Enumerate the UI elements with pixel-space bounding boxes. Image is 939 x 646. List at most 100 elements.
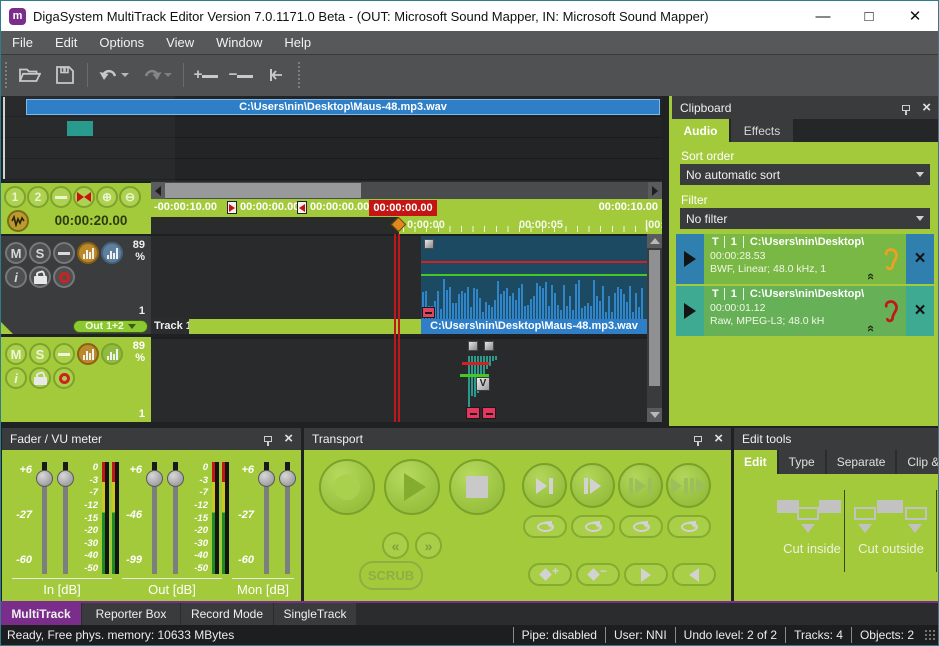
tab-edit[interactable]: Edit [734,450,777,474]
clip-mute-badge[interactable] [422,307,435,318]
zoom-minus-button[interactable] [50,186,72,208]
soundhead-time-highlight[interactable]: 00:00:00.00 [369,200,437,216]
clip2-marker-right[interactable] [482,407,496,419]
track2-mute-button[interactable]: M [5,343,27,365]
track1-output-selector[interactable]: Out 1+2 [73,320,148,333]
track1-record-button[interactable] [53,266,75,288]
filter-dropdown[interactable]: No filter [680,208,930,229]
menu-help[interactable]: Help [273,35,322,50]
clipboard-item-delete-button[interactable]: × [906,286,934,336]
maximize-button[interactable]: □ [846,1,892,31]
zoom-preset-2-button[interactable]: 2 [27,186,49,208]
mark-in-flag-icon[interactable] [227,201,237,214]
track2-record-button[interactable] [53,367,75,389]
clip2-handle-left[interactable] [468,341,478,351]
fader-knob[interactable] [167,470,184,487]
tab-clip-insert[interactable]: Clip & I [897,450,938,474]
fader-knob[interactable] [36,470,53,487]
overview-clip-track1[interactable]: C:\Users\nin\Desktop\Maus-48.mp3.wav [26,99,660,115]
zoom-preset-1-button[interactable]: 1 [4,186,26,208]
menu-edit[interactable]: Edit [44,35,88,50]
clipboard-item[interactable]: T 1 C:\Users\nin\Desktop\ 00:00:28.53 BW… [676,234,934,284]
track2-info-button[interactable]: i [5,367,27,389]
rewind-button[interactable]: « [382,532,409,559]
undo-dropdown-icon[interactable] [121,73,129,77]
overview-clip-track2[interactable] [67,121,93,136]
tab-audio[interactable]: Audio [672,119,729,142]
fader-pin-icon[interactable] [264,436,272,442]
save-button[interactable] [52,62,78,88]
hscroll-right-arrow[interactable] [648,182,662,199]
waveform-zoom-button[interactable] [7,210,29,232]
hscroll-left-arrow[interactable] [151,182,165,199]
transport-close-icon[interactable]: × [714,433,723,445]
toolbar-grip[interactable] [298,62,301,88]
track1-mute-button[interactable]: M [5,242,27,264]
out-fader-right[interactable] [167,462,184,574]
transport-pin-icon[interactable] [694,436,702,442]
track1-audio-clip[interactable] [421,236,647,319]
add-marker-button[interactable]: + [528,563,572,586]
loop-4-button[interactable] [667,515,711,538]
track1-minimize-button[interactable] [53,242,75,264]
next-marker-button[interactable] [624,563,668,586]
zoom-out-timeline-button[interactable]: ⊖ [119,186,141,208]
clipboard-item-play-button[interactable] [676,286,704,336]
play-between-marks-button[interactable] [618,463,663,508]
tab-record-mode[interactable]: Record Mode [181,603,273,625]
vscroll-thumb[interactable] [649,250,660,386]
clip2-marker-left[interactable] [466,407,480,419]
play-to-mark-button[interactable] [522,463,567,508]
redo-button[interactable] [140,62,174,88]
clipboard-item-delete-button[interactable]: × [906,234,934,284]
track1-solo-button[interactable]: S [29,242,51,264]
resize-grip[interactable] [924,629,936,641]
hscroll-thumb[interactable] [165,183,361,198]
clipboard-item-play-button[interactable] [676,234,704,284]
track2-lock-button[interactable] [29,367,51,389]
clip2-v-handle[interactable]: V [476,377,490,391]
loop-3-button[interactable] [619,515,663,538]
fader-knob[interactable] [279,470,296,487]
prelisten-ear-icon[interactable] [878,234,904,284]
clip-gain-handle[interactable] [424,239,434,249]
clip-green-level-line[interactable] [421,274,647,276]
loop-2-button[interactable] [571,515,615,538]
clipboard-close-icon[interactable]: × [922,102,931,114]
menu-options[interactable]: Options [88,35,155,50]
track2-solo-button[interactable]: S [29,343,51,365]
play-skip-button[interactable] [666,463,711,508]
open-file-button[interactable] [17,62,43,88]
track2-level-display-button[interactable] [101,343,123,365]
mon-fader-left[interactable] [258,462,275,574]
collapse-chevron-icon[interactable]: « [864,325,876,332]
cut-outside-tool[interactable]: Cut outside [846,500,936,558]
zoom-to-selection-button[interactable] [73,186,95,208]
track1-info-button[interactable]: i [5,266,27,288]
track1-lock-button[interactable] [29,266,51,288]
playhead-line[interactable] [394,234,396,422]
sort-order-dropdown[interactable]: No automatic sort [680,164,930,185]
track1-meter-mode-button[interactable] [77,242,99,264]
vscroll-up-arrow[interactable] [647,234,662,248]
vscroll-down-arrow[interactable] [647,408,662,422]
timeline-ruler-markers[interactable]: -00:00:10.00 00:00:00.00 00:00:00.00 00:… [151,199,662,217]
tracks-vscrollbar[interactable] [647,234,662,422]
tab-type[interactable]: Type [779,450,825,474]
zoom-in-timeline-button[interactable]: ⊕ [96,186,118,208]
in-fader-right[interactable] [57,462,74,574]
tab-singletrack[interactable]: SingleTrack [274,603,356,625]
collapse-chevron-icon[interactable]: « [864,273,876,280]
menu-window[interactable]: Window [205,35,273,50]
close-button[interactable]: ✕ [892,1,938,31]
track1-clip-filename[interactable]: C:\Users\nin\Desktop\Maus-48.mp3.wav [421,319,647,334]
timeline-ruler-scale[interactable]: 0:00:00 00:00:05 |00: [151,217,662,234]
tab-effects[interactable]: Effects [731,119,793,142]
redo-dropdown-icon[interactable] [164,73,172,77]
fader-knob[interactable] [57,470,74,487]
zoom-out-button[interactable]: − [228,62,254,88]
track2-meter-mode-button[interactable] [77,343,99,365]
clipboard-pin-icon[interactable] [902,105,910,111]
mark-out-flag-icon[interactable] [297,201,307,214]
clip2-handle-right[interactable] [484,341,494,351]
